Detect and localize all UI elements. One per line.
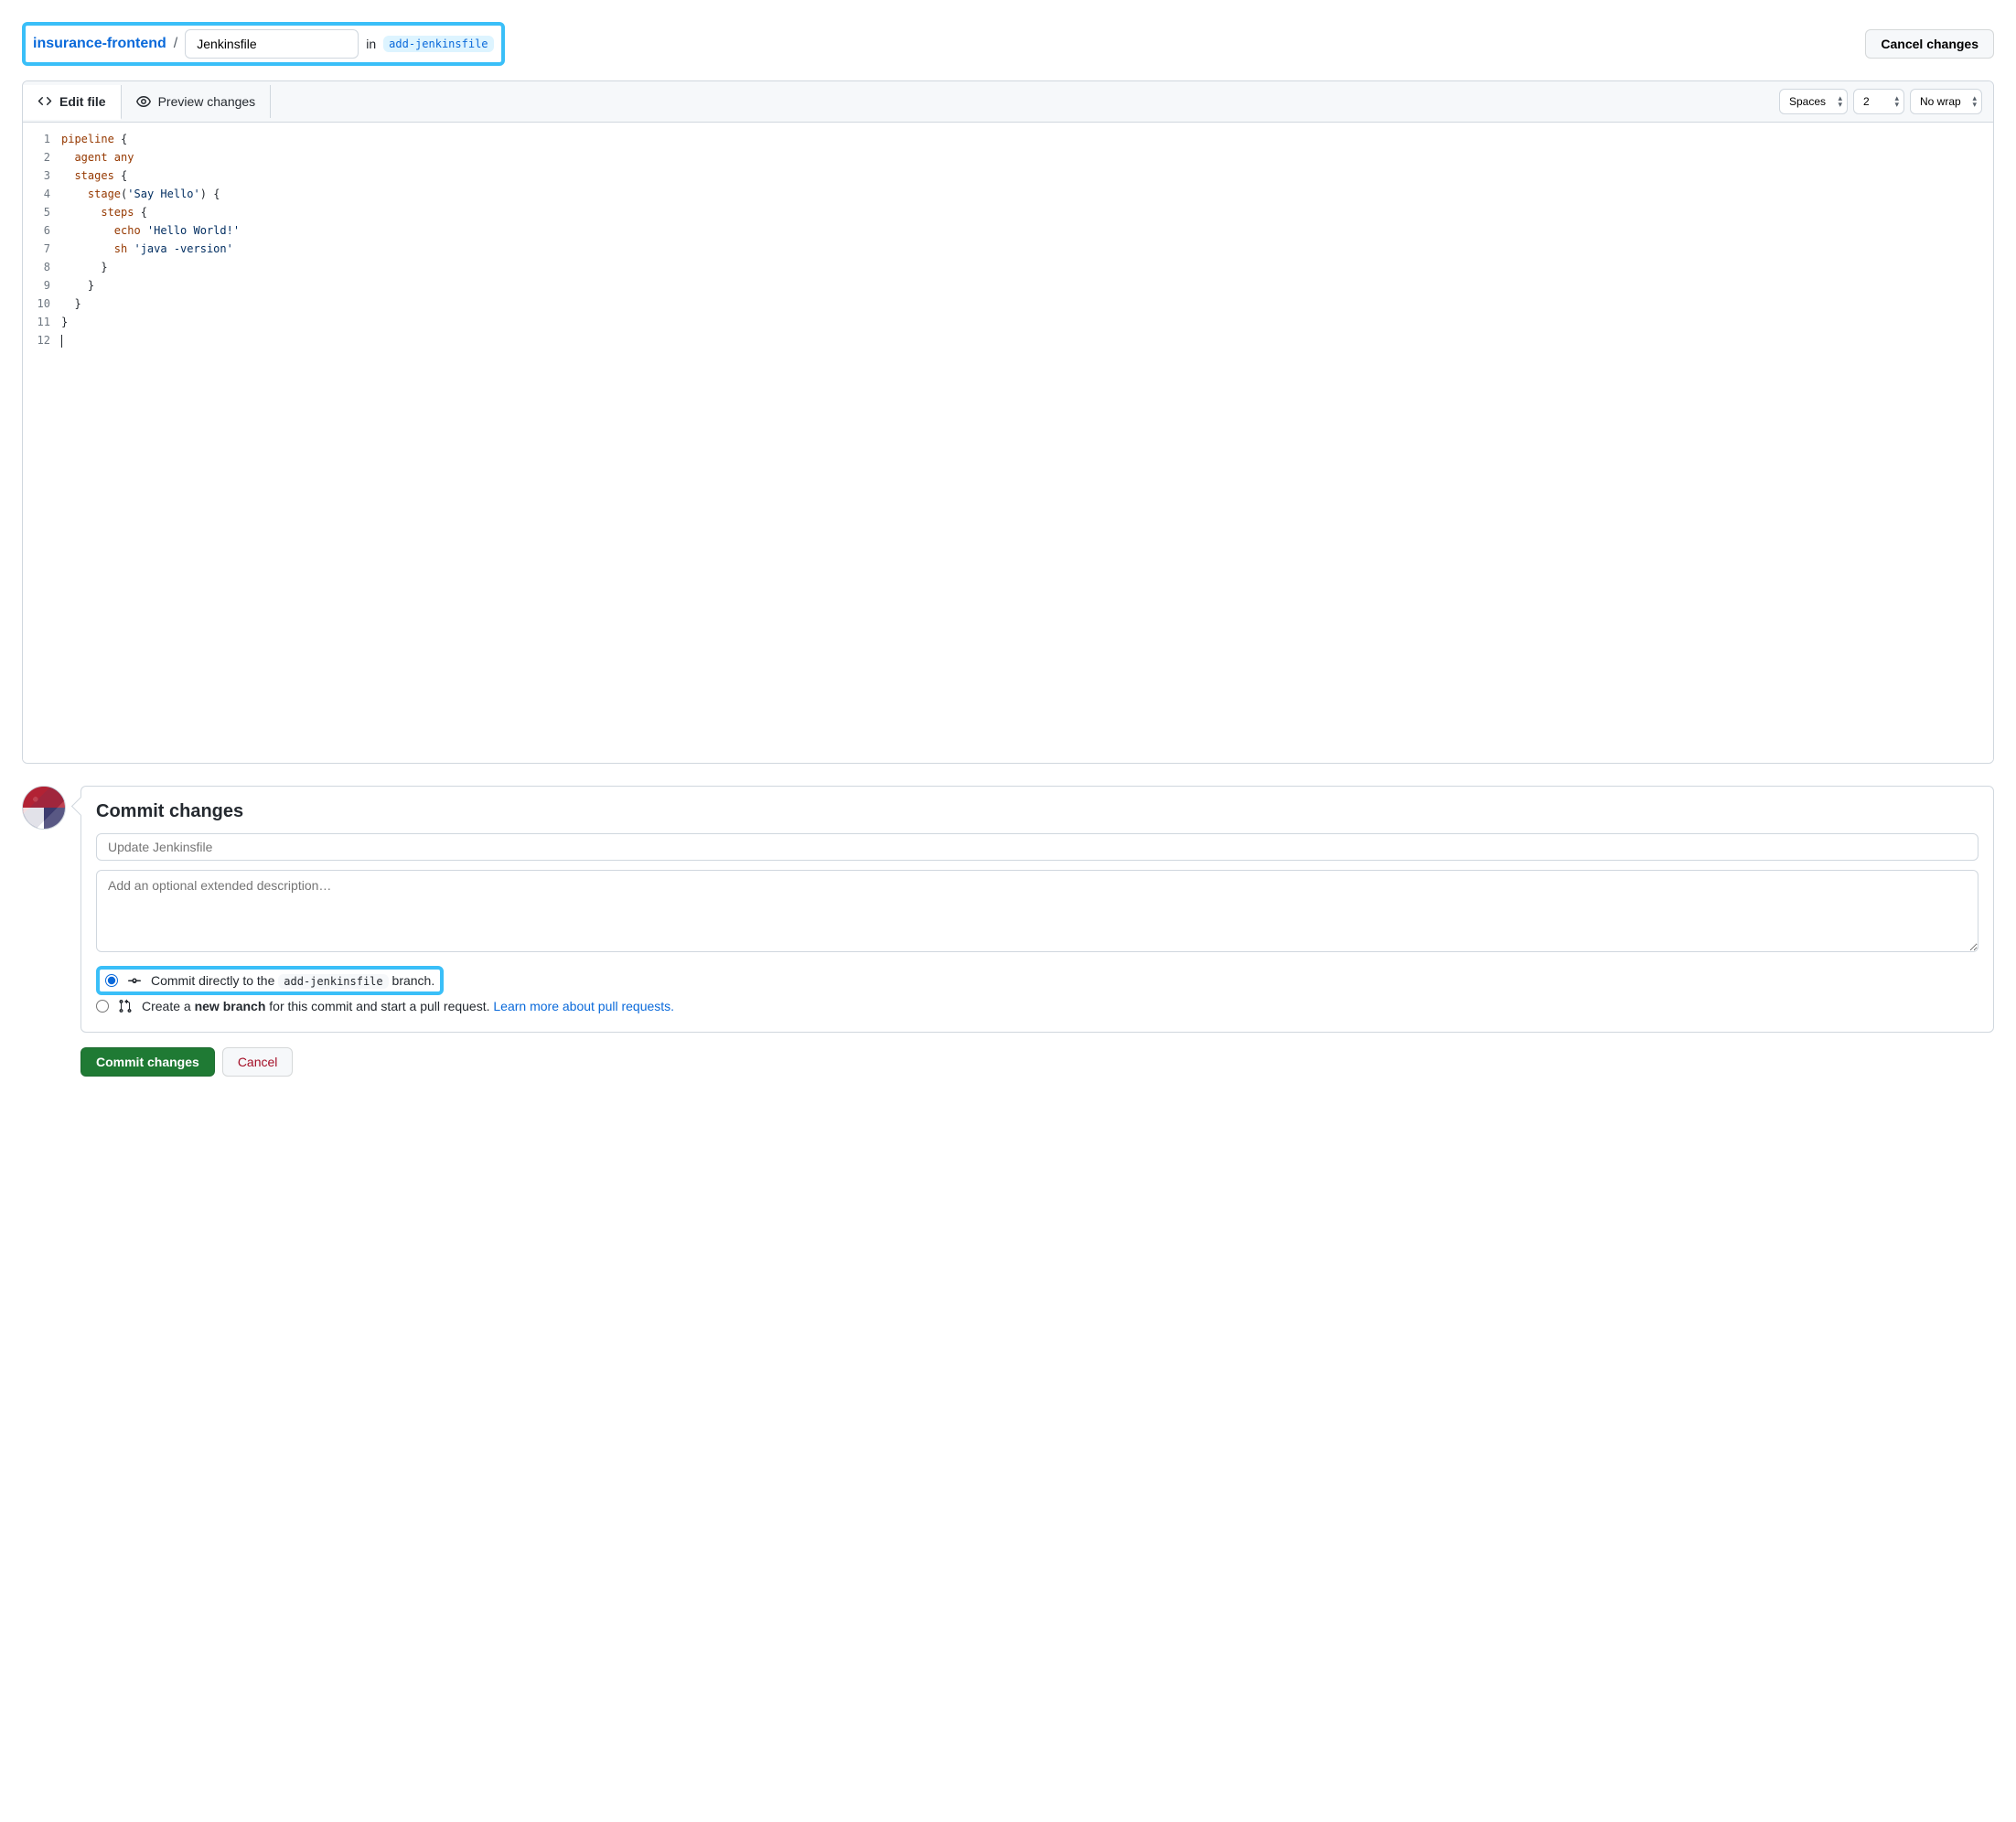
code-icon	[38, 94, 52, 109]
tab-preview-changes[interactable]: Preview changes	[122, 85, 272, 118]
eye-icon	[136, 94, 151, 109]
tab-bar: Edit file Preview changes Spaces ▴▾ 2 ▴▾	[23, 81, 1993, 123]
git-commit-icon	[127, 973, 142, 988]
branch-badge[interactable]: add-jenkinsfile	[383, 36, 493, 52]
cancel-button[interactable]: Cancel	[222, 1047, 294, 1077]
line-number-gutter: 123456789101112	[23, 123, 61, 763]
avatar[interactable]	[22, 786, 66, 830]
indent-mode-select[interactable]: Spaces	[1779, 89, 1848, 114]
commit-direct-label: Commit directly to the add-jenkinsfile b…	[151, 973, 434, 988]
breadcrumb-sep: /	[174, 36, 177, 52]
commit-box: Commit changes Commit directly to the ad…	[80, 786, 1994, 1033]
code-editor[interactable]: 123456789101112 pipeline { agent any sta…	[23, 123, 1993, 763]
code-lines[interactable]: pipeline { agent any stages { stage('Say…	[61, 123, 1993, 763]
editor-frame: Edit file Preview changes Spaces ▴▾ 2 ▴▾	[22, 80, 1994, 764]
cancel-changes-button[interactable]: Cancel changes	[1865, 29, 1994, 59]
tab-edit-label: Edit file	[59, 94, 106, 109]
breadcrumb: insurance-frontend / in add-jenkinsfile	[22, 22, 505, 66]
in-label: in	[366, 37, 376, 51]
wrap-mode-select[interactable]: No wrap	[1910, 89, 1982, 114]
commit-newbranch-radio[interactable]	[96, 1000, 109, 1013]
commit-heading: Commit changes	[96, 801, 1978, 822]
commit-summary-input[interactable]	[96, 833, 1978, 861]
commit-changes-button[interactable]: Commit changes	[80, 1047, 215, 1077]
commit-newbranch-option[interactable]: Create a new branch for this commit and …	[96, 995, 1978, 1017]
filename-input[interactable]	[185, 29, 359, 59]
commit-direct-option[interactable]: Commit directly to the add-jenkinsfile b…	[96, 966, 444, 995]
repo-link[interactable]: insurance-frontend	[33, 36, 166, 52]
git-pull-request-icon	[118, 999, 133, 1013]
indent-size-select[interactable]: 2	[1853, 89, 1904, 114]
learn-more-link[interactable]: Learn more about pull requests.	[493, 999, 674, 1013]
commit-direct-radio[interactable]	[105, 974, 118, 987]
tab-edit-file[interactable]: Edit file	[23, 85, 122, 120]
commit-description-input[interactable]	[96, 870, 1978, 952]
branch-chip: add-jenkinsfile	[278, 974, 388, 989]
tab-preview-label: Preview changes	[158, 94, 256, 109]
commit-newbranch-label: Create a new branch for this commit and …	[142, 999, 674, 1013]
